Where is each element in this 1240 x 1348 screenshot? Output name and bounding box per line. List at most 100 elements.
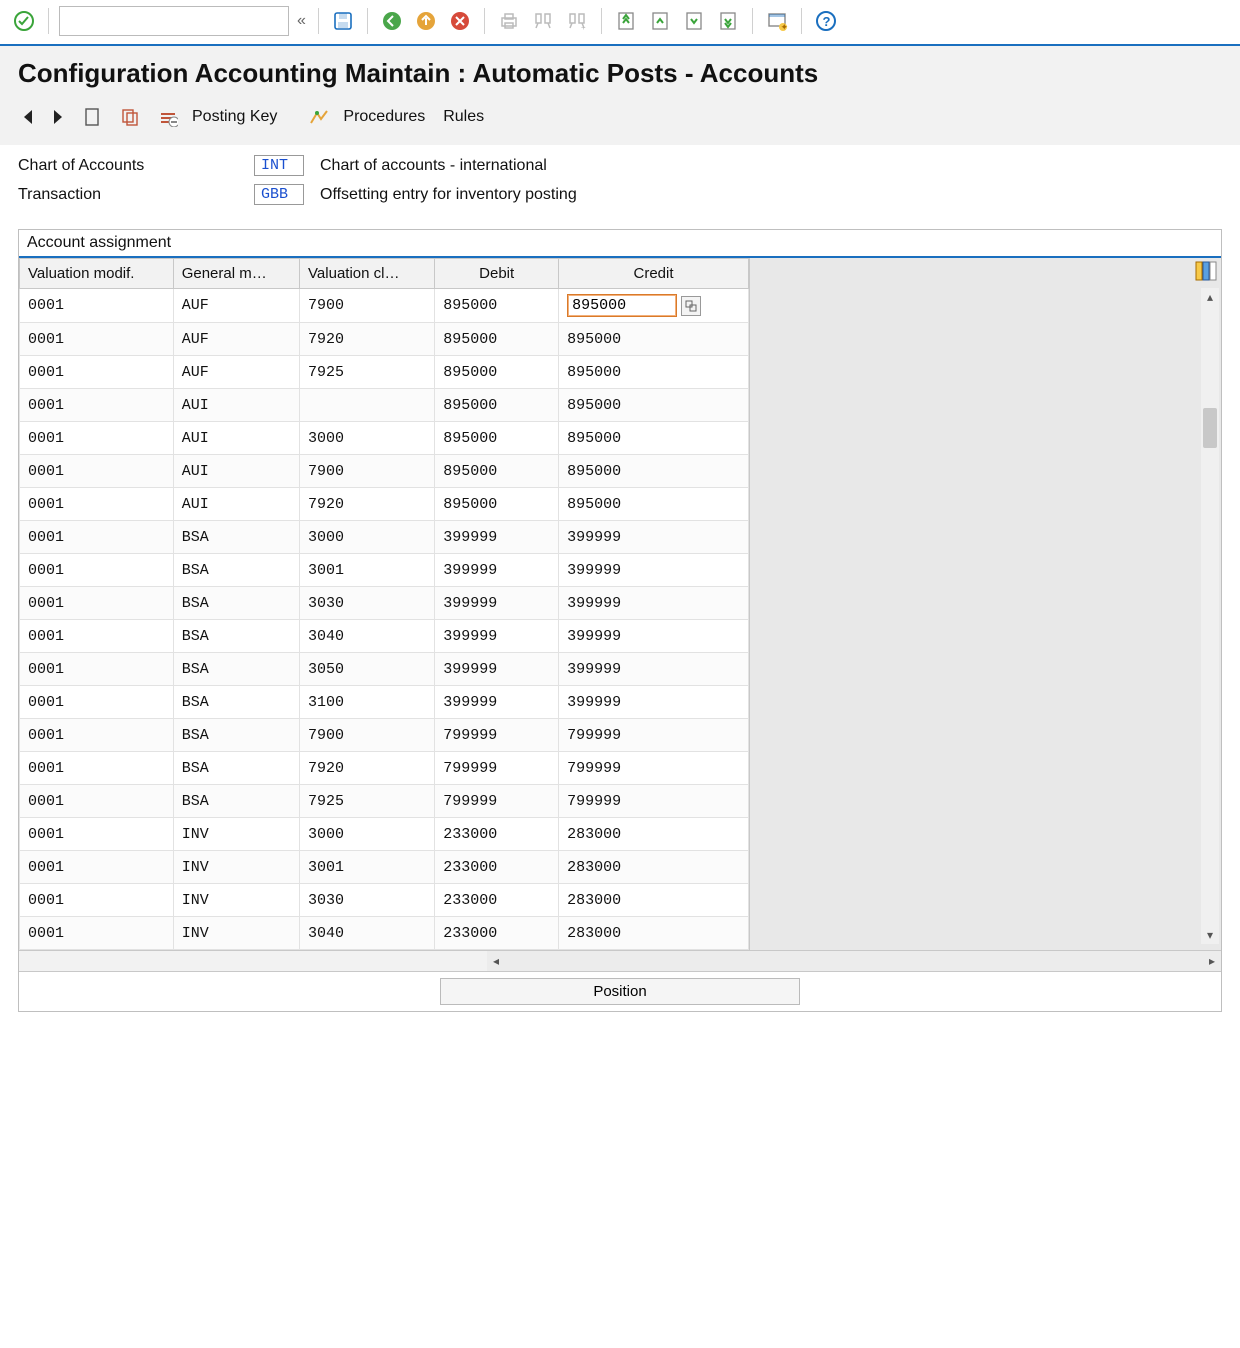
cell-debit[interactable]: 895000	[435, 356, 559, 389]
credit-input[interactable]	[567, 294, 677, 317]
table-row[interactable]: 0001BSA3100399999399999	[20, 686, 749, 719]
value-help-icon[interactable]	[681, 296, 701, 316]
cell-vm[interactable]: 0001	[20, 356, 174, 389]
cell-credit[interactable]: 399999	[559, 521, 749, 554]
cell-vc[interactable]: 3000	[300, 422, 435, 455]
copy-icon[interactable]	[116, 103, 144, 131]
table-row[interactable]: 0001AUF7900895000	[20, 289, 749, 323]
cell-vc[interactable]: 3001	[300, 554, 435, 587]
cell-vc[interactable]: 7925	[300, 785, 435, 818]
cell-credit[interactable]: 895000	[559, 422, 749, 455]
table-row[interactable]: 0001AUI7920895000895000	[20, 488, 749, 521]
table-row[interactable]: 0001INV3001233000283000	[20, 851, 749, 884]
cell-vm[interactable]: 0001	[20, 686, 174, 719]
cell-gm[interactable]: BSA	[173, 521, 299, 554]
col-general-mod[interactable]: General m…	[173, 259, 299, 289]
cell-vc[interactable]: 7900	[300, 455, 435, 488]
cell-vm[interactable]: 0001	[20, 818, 174, 851]
cell-credit[interactable]: 399999	[559, 554, 749, 587]
cell-credit[interactable]: 799999	[559, 785, 749, 818]
procedures-icon[interactable]	[305, 103, 333, 131]
enter-icon[interactable]	[10, 7, 38, 35]
cell-gm[interactable]: INV	[173, 917, 299, 950]
scroll-down-icon[interactable]: ▾	[1201, 926, 1219, 944]
posting-key-button[interactable]: Posting Key	[192, 108, 277, 126]
cell-gm[interactable]: BSA	[173, 719, 299, 752]
cell-vc[interactable]: 3040	[300, 620, 435, 653]
cell-gm[interactable]: AUF	[173, 323, 299, 356]
cell-gm[interactable]: BSA	[173, 554, 299, 587]
cell-credit[interactable]: 399999	[559, 686, 749, 719]
cell-gm[interactable]: BSA	[173, 752, 299, 785]
cell-debit[interactable]: 233000	[435, 818, 559, 851]
back-icon[interactable]	[378, 7, 406, 35]
table-row[interactable]: 0001AUI3000895000895000	[20, 422, 749, 455]
table-row[interactable]: 0001BSA7920799999799999	[20, 752, 749, 785]
next-page-icon[interactable]	[680, 7, 708, 35]
cell-debit[interactable]: 895000	[435, 455, 559, 488]
cell-vm[interactable]: 0001	[20, 752, 174, 785]
cell-vm[interactable]: 0001	[20, 389, 174, 422]
rules-button[interactable]: Rules	[443, 108, 484, 126]
col-debit[interactable]: Debit	[435, 259, 559, 289]
table-row[interactable]: 0001AUI7900895000895000	[20, 455, 749, 488]
table-row[interactable]: 0001BSA3050399999399999	[20, 653, 749, 686]
cell-gm[interactable]: BSA	[173, 785, 299, 818]
cell-gm[interactable]: BSA	[173, 653, 299, 686]
cell-gm[interactable]: BSA	[173, 686, 299, 719]
col-valuation-class[interactable]: Valuation cl…	[300, 259, 435, 289]
cell-debit[interactable]: 399999	[435, 554, 559, 587]
cell-vc[interactable]: 3100	[300, 686, 435, 719]
cell-credit[interactable]: 399999	[559, 653, 749, 686]
last-page-icon[interactable]	[714, 7, 742, 35]
cell-credit[interactable]	[559, 289, 749, 323]
new-entries-icon[interactable]	[78, 103, 106, 131]
cell-vm[interactable]: 0001	[20, 917, 174, 950]
command-field[interactable]	[59, 6, 289, 36]
cell-gm[interactable]: AUI	[173, 455, 299, 488]
cell-gm[interactable]: INV	[173, 884, 299, 917]
cell-vc[interactable]: 3050	[300, 653, 435, 686]
cell-vc[interactable]: 7900	[300, 719, 435, 752]
table-row[interactable]: 0001BSA3000399999399999	[20, 521, 749, 554]
cell-debit[interactable]: 233000	[435, 851, 559, 884]
table-row[interactable]: 0001BSA3001399999399999	[20, 554, 749, 587]
help-icon[interactable]: ?	[812, 7, 840, 35]
cell-vm[interactable]: 0001	[20, 620, 174, 653]
cell-gm[interactable]: INV	[173, 851, 299, 884]
table-row[interactable]: 0001BSA3040399999399999	[20, 620, 749, 653]
cell-debit[interactable]: 895000	[435, 289, 559, 323]
cell-vm[interactable]: 0001	[20, 554, 174, 587]
cell-debit[interactable]: 399999	[435, 521, 559, 554]
cell-vc[interactable]	[300, 389, 435, 422]
cell-vm[interactable]: 0001	[20, 323, 174, 356]
prev-page-icon[interactable]	[646, 7, 674, 35]
cell-vm[interactable]: 0001	[20, 785, 174, 818]
table-row[interactable]: 0001AUF7920895000895000	[20, 323, 749, 356]
cell-debit[interactable]: 233000	[435, 917, 559, 950]
cell-vc[interactable]: 7920	[300, 323, 435, 356]
cell-debit[interactable]: 799999	[435, 785, 559, 818]
cell-vc[interactable]: 3001	[300, 851, 435, 884]
cell-vm[interactable]: 0001	[20, 851, 174, 884]
table-row[interactable]: 0001AUI895000895000	[20, 389, 749, 422]
cell-gm[interactable]: AUF	[173, 356, 299, 389]
cell-debit[interactable]: 399999	[435, 653, 559, 686]
cell-credit[interactable]: 895000	[559, 323, 749, 356]
cell-vc[interactable]: 3030	[300, 884, 435, 917]
cell-gm[interactable]: AUF	[173, 289, 299, 323]
cell-debit[interactable]: 895000	[435, 389, 559, 422]
next-entry-icon[interactable]	[48, 103, 68, 131]
cell-credit[interactable]: 895000	[559, 488, 749, 521]
scroll-right-icon[interactable]: ▸	[1203, 951, 1221, 971]
cell-debit[interactable]: 399999	[435, 587, 559, 620]
scroll-left-icon[interactable]: ◂	[487, 951, 505, 971]
horizontal-scrollbar[interactable]: ◂ ▸	[19, 950, 1221, 971]
cell-credit[interactable]: 799999	[559, 719, 749, 752]
cell-gm[interactable]: INV	[173, 818, 299, 851]
cell-credit[interactable]: 283000	[559, 917, 749, 950]
new-session-icon[interactable]: ✦	[763, 7, 791, 35]
cell-vm[interactable]: 0001	[20, 422, 174, 455]
scroll-thumb[interactable]	[1203, 408, 1217, 448]
cell-vc[interactable]: 7925	[300, 356, 435, 389]
